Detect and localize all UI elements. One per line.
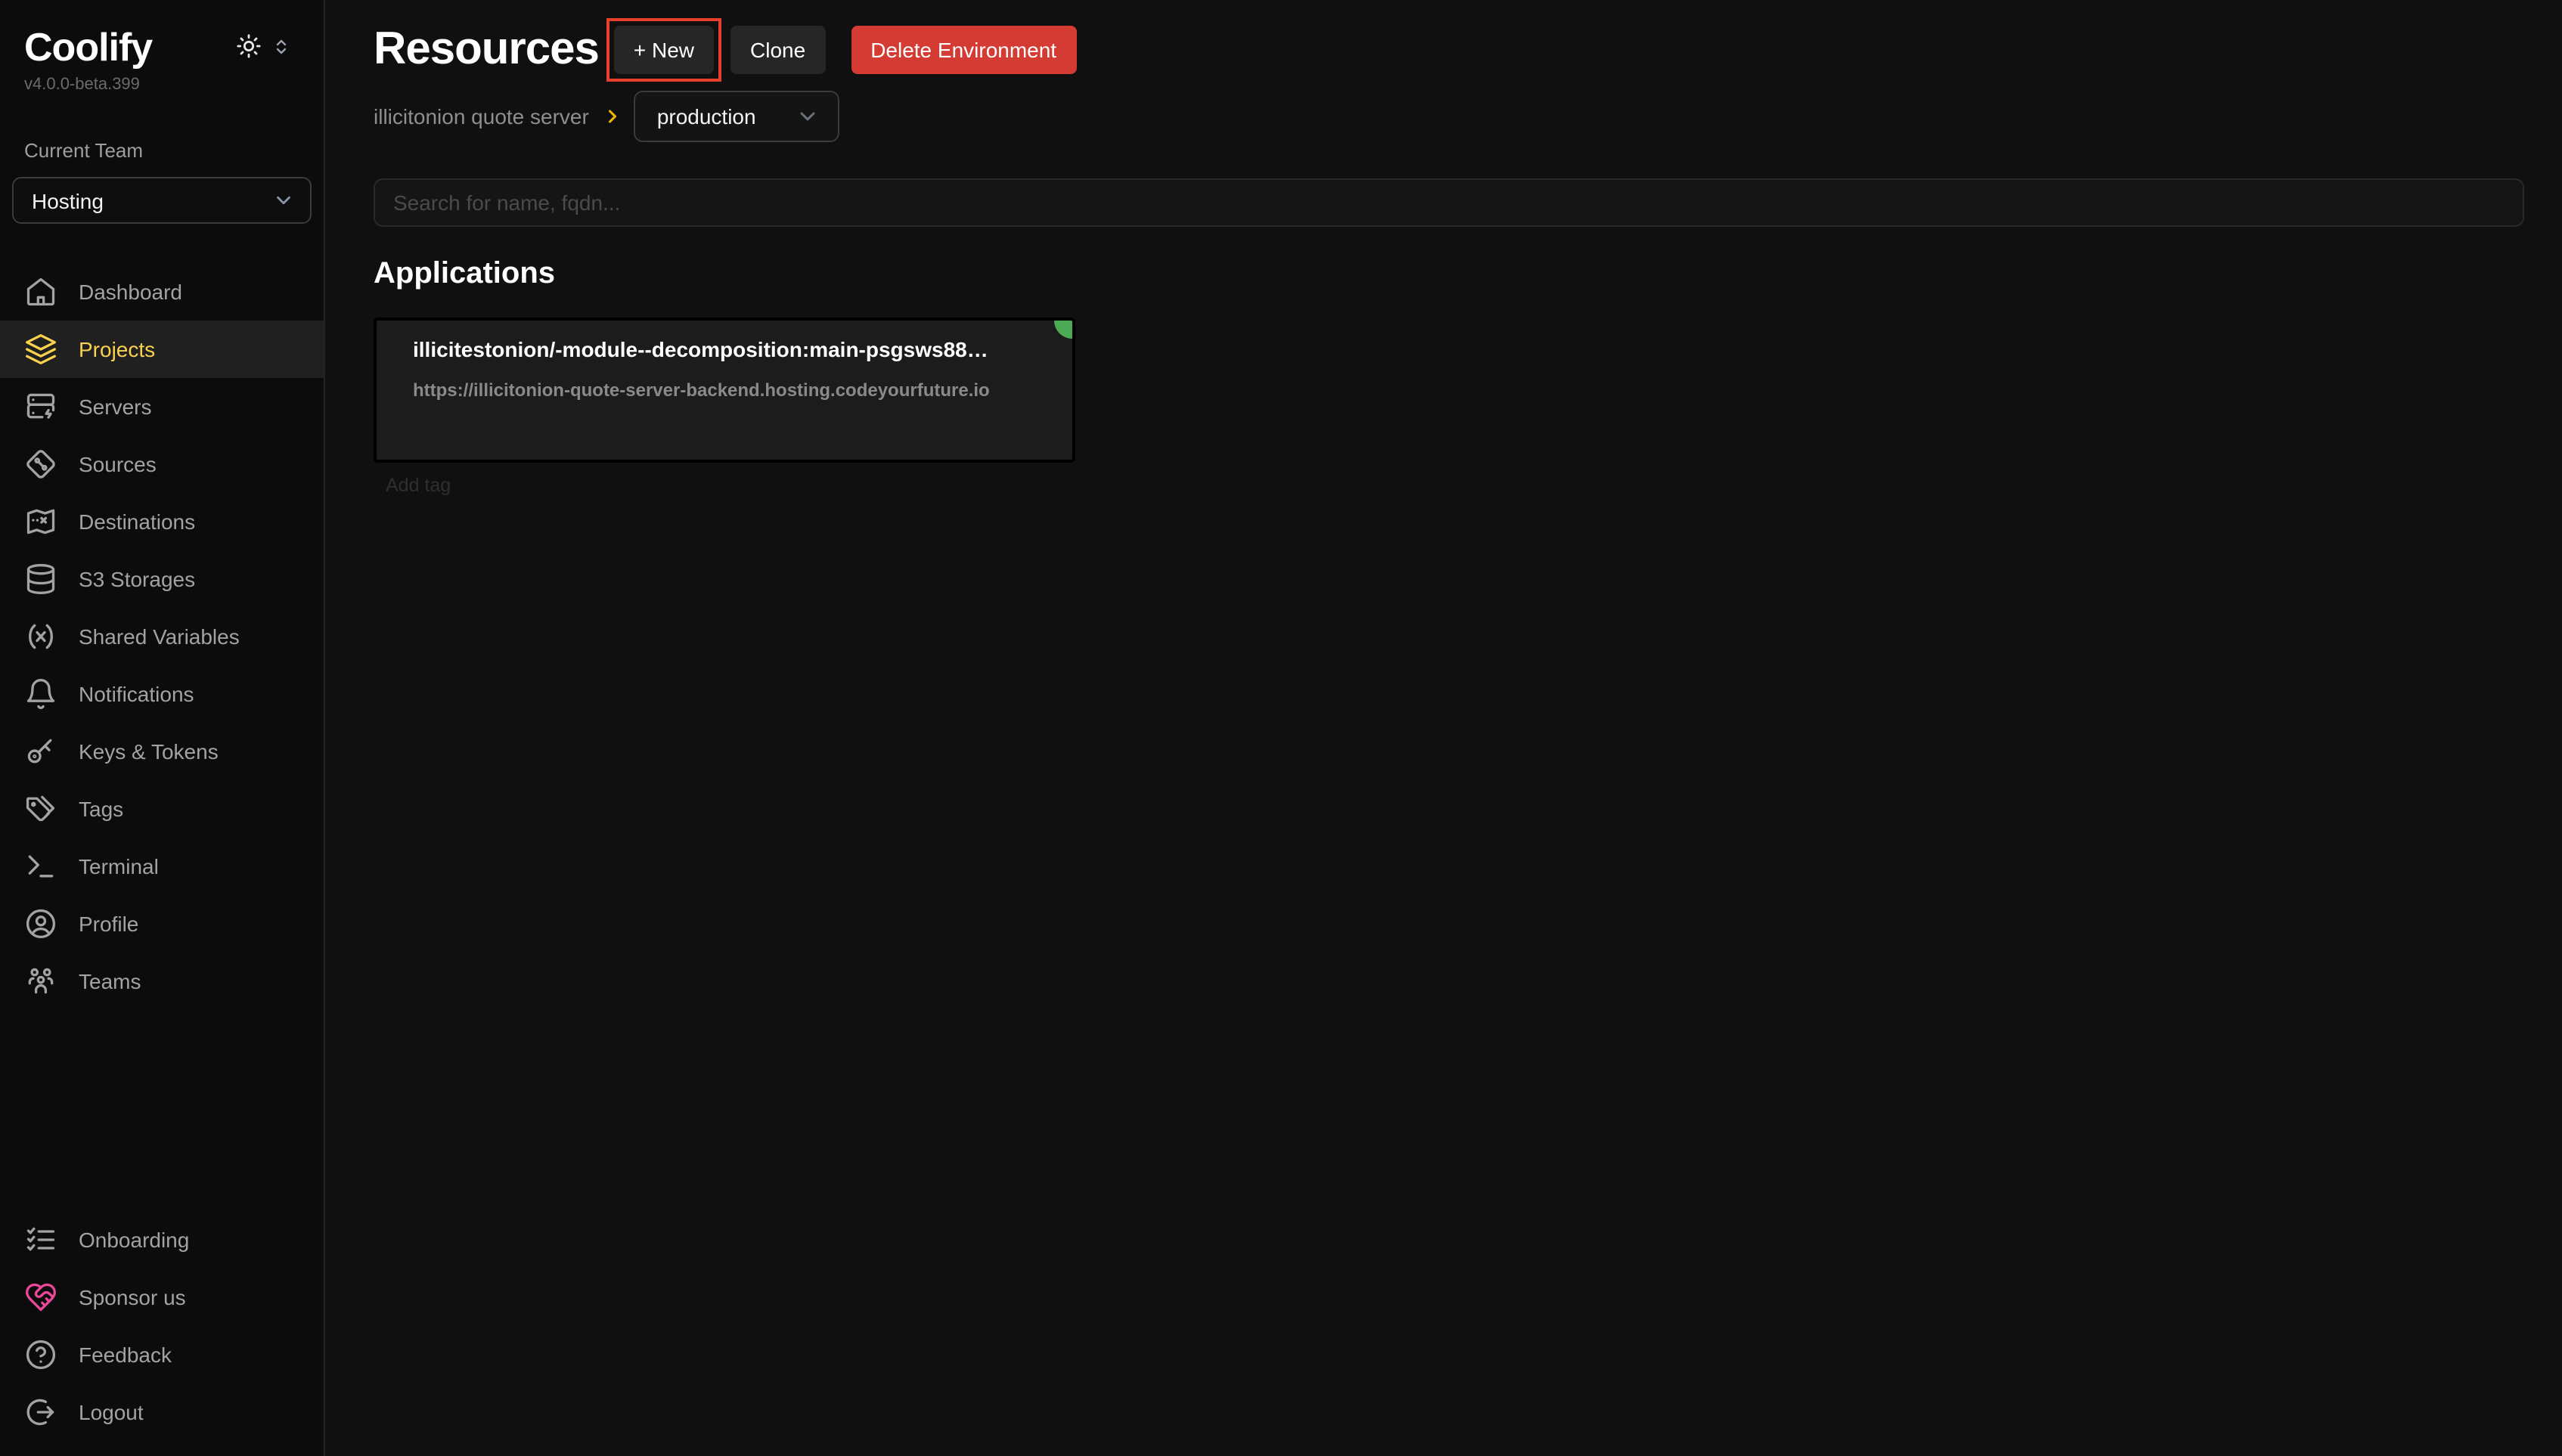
app-logo: Coolify [24,24,152,71]
app-version: v4.0.0-beta.399 [24,76,152,94]
sidebar: Coolify v4.0.0-beta.399 Current Team Hos… [0,0,325,1456]
server-icon [24,390,57,423]
users-icon [24,965,57,998]
sidebar-footer: Onboarding Sponsor us Feedback Logout [0,1211,324,1456]
user-circle-icon [24,907,57,940]
heart-handshake-icon [24,1281,57,1314]
breadcrumb-project[interactable]: illicitonion quote server [374,104,589,129]
coolify-app: Coolify v4.0.0-beta.399 Current Team Hos… [0,0,2562,1456]
checklist-icon [24,1223,57,1256]
sidebar-item-keys-tokens[interactable]: Keys & Tokens [0,723,324,780]
applications-section-title: Applications [374,257,2524,292]
logout-icon [24,1396,57,1429]
delete-environment-button[interactable]: Delete Environment [851,26,1076,74]
help-circle-icon [24,1338,57,1371]
terminal-icon [24,850,57,883]
sidebar-item-notifications[interactable]: Notifications [0,665,324,723]
sidebar-item-projects[interactable]: Projects [0,321,324,378]
chevron-down-icon [272,189,295,212]
page-title: Resources [374,24,599,76]
sidebar-item-feedback[interactable]: Feedback [0,1326,324,1383]
team-select-value: Hosting [32,188,104,212]
sidebar-item-s3-storages[interactable]: S3 Storages [0,550,324,608]
sidebar-item-servers[interactable]: Servers [0,378,324,435]
database-icon [24,562,57,596]
team-select[interactable]: Hosting [12,177,312,224]
clone-button[interactable]: Clone [730,26,825,74]
chevron-down-icon [796,104,820,129]
application-title: illicitestonion/-module--decomposition:m… [413,337,1042,361]
sidebar-item-onboarding[interactable]: Onboarding [0,1211,324,1269]
home-icon [24,275,57,308]
map-icon [24,505,57,538]
sidebar-item-dashboard[interactable]: Dashboard [0,263,324,321]
application-url: https://illicitonion-quote-server-backen… [413,379,1042,401]
main-content: Resources + New Clone Delete Environment… [325,0,2562,1456]
add-tag-input[interactable]: Add tag [386,475,2524,496]
chevron-right-icon [603,106,624,127]
sidebar-item-profile[interactable]: Profile [0,895,324,953]
new-button[interactable]: + New [614,26,714,74]
sidebar-item-terminal[interactable]: Terminal [0,838,324,895]
sidebar-item-shared-variables[interactable]: Shared Variables [0,608,324,665]
key-icon [24,735,57,768]
application-card[interactable]: illicitestonion/-module--decomposition:m… [374,318,1075,463]
chevrons-up-down-icon[interactable] [272,37,290,55]
current-team-label: Current Team [0,139,324,162]
environment-select[interactable]: production [634,91,840,142]
sidebar-item-sources[interactable]: Sources [0,435,324,493]
theme-sun-icon[interactable] [236,33,262,59]
sidebar-item-destinations[interactable]: Destinations [0,493,324,550]
sidebar-item-teams[interactable]: Teams [0,953,324,1010]
tag-icon [24,792,57,826]
bell-icon [24,677,57,711]
braces-x-icon [24,620,57,653]
breadcrumb: illicitonion quote server production [374,91,2524,142]
page-header: Resources + New Clone Delete Environment [374,24,2524,76]
status-indicator [1054,318,1075,339]
sidebar-item-logout[interactable]: Logout [0,1383,324,1441]
sidebar-nav: Dashboard Projects Servers Sources Desti… [0,263,324,1010]
search-input[interactable] [374,178,2524,227]
layers-icon [24,333,57,366]
git-icon [24,448,57,481]
sidebar-item-tags[interactable]: Tags [0,780,324,838]
sidebar-item-sponsor-us[interactable]: Sponsor us [0,1269,324,1326]
environment-select-value: production [657,104,756,129]
